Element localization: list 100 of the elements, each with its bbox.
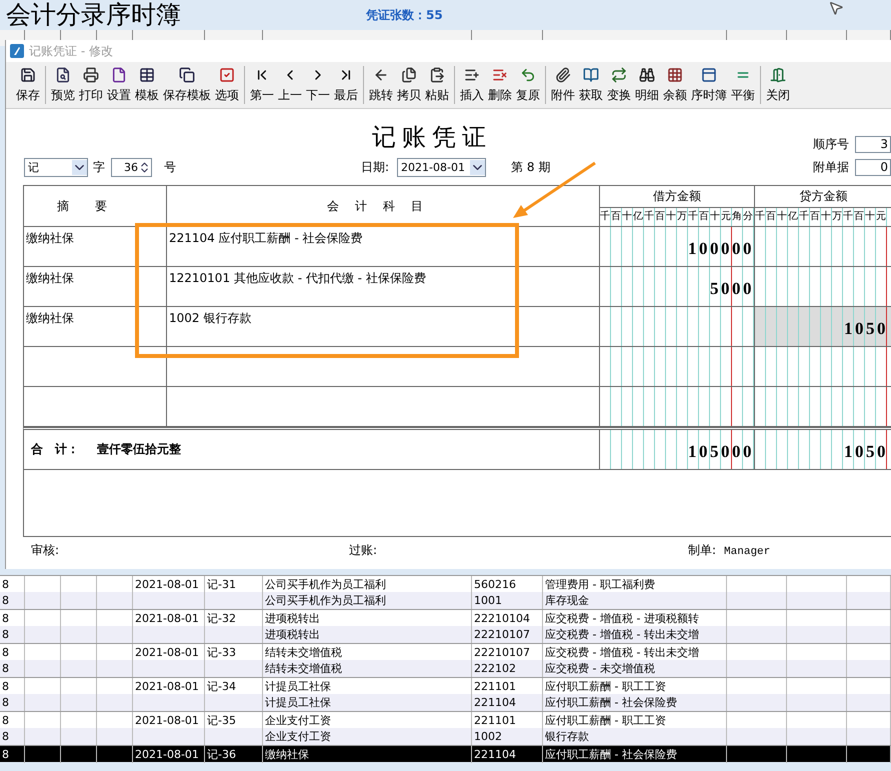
list-row[interactable]: 8 2021-08-01 记-31 公司买手机作为员工福利 560216 管理费用 - 职工福利费 [0,575,891,592]
summary-cell[interactable]: 缴纳社保 [24,267,167,307]
toolbar-button[interactable]: 模板 [133,62,161,108]
checkbox-icon [219,67,235,83]
toolbar-button[interactable]: 打印 [77,62,105,108]
summary-cell[interactable]: 缴纳社保 [24,307,167,347]
list-row[interactable]: 8 企业支付工资 1002 银行存款 [0,728,891,745]
toolbar-button[interactable]: 跳转 [367,62,395,108]
list-row[interactable]: 8 2021-08-01 记-32 进项税转出 22210104 应交税费 - 增值税 - 进项税额转 [0,609,891,626]
account-cell[interactable] [167,347,600,387]
period-label: 第 8 期 [511,158,550,176]
list-row[interactable]: 8 公司买手机作为员工福利 1001 库存现金 [0,592,891,609]
list-row[interactable]: 8 2021-08-01 记-33 结转未交增值税 22210107 应交税费 - 增值税 - 转出未交增 [0,643,891,660]
total-label: 合 计： [31,441,79,458]
field-label: 日期: [361,158,390,176]
save-icon [20,67,36,83]
reviewer-label: 审核: [31,542,60,559]
credit-cell[interactable] [755,267,891,307]
cursor-icon [828,0,844,16]
date-picker[interactable]: 2021-08-01 [397,158,486,176]
toolbar-button[interactable]: 获取 [577,62,605,108]
chevron-icon [72,160,87,174]
column-header: 摘要 [24,186,167,227]
credit-amount: 1050 [844,318,888,338]
table-cell: 221104 [472,746,543,763]
arrow-left-icon [373,67,389,83]
toolbar-button[interactable]: 第一 [248,62,276,108]
credit-cell[interactable] [755,387,891,427]
digit-label: 百 [699,208,710,226]
toolbar-button[interactable]: 粘贴 [423,62,451,108]
app-icon [10,44,24,58]
digit-label: 万 [832,208,843,226]
paperclip-icon [555,67,571,83]
page-icon [111,67,127,83]
account-cell[interactable]: 12210101 其他应收款 - 代扣代缴 - 社保保险费 [167,267,600,307]
account-cell[interactable] [167,387,600,427]
digit-label: 十 [666,208,677,226]
column-header: 借方金额 [600,186,755,208]
toolbar-button[interactable]: 变换 [605,62,633,108]
digit-label: 百 [854,208,865,226]
toolbar-button[interactable]: 最后 [332,62,360,108]
toolbar-button[interactable]: 关闭 [764,62,792,108]
toolbar-button[interactable]: 插入 [458,62,486,108]
toolbar-button[interactable]: 保存 [14,62,42,108]
toolbar-button[interactable]: 设置 [105,62,133,108]
digit-label: 分 [743,208,754,226]
debit-cell[interactable] [600,387,755,427]
toolbar-button[interactable]: 保存模板 [161,62,213,108]
debit-cell[interactable] [600,307,755,347]
toolbar-button[interactable]: 复原 [514,62,542,108]
list-row[interactable]: 8 进项税转出 22210107 应交税费 - 增值税 - 转出未交增 [0,626,891,643]
digit-label: 千 [688,208,699,226]
table-cell: 2021-08-01 [133,746,205,763]
sequence-field[interactable]: 3 [855,136,891,153]
account-cell[interactable]: 221104 应付职工薪酬 - 社会保险费 [167,227,600,267]
attachments-field[interactable]: 0 [855,158,891,176]
column-header: 贷方金额 [755,186,891,208]
toolbar-button[interactable]: 序时簿 [689,62,729,108]
list-row[interactable]: 8 2021-08-01 记-34 计提员工社保 221101 应付职工薪酬 - 职工工资 [0,677,891,694]
voucher-word-select[interactable]: 记 [24,158,88,176]
debit-cell[interactable] [600,347,755,387]
toolbar-button[interactable]: 下一 [304,62,332,108]
digit-label: 千 [755,208,766,226]
list-row[interactable]: 8 2021-08-01 记-35 企业支付工资 221101 应付职工薪酬 - 职工工资 [0,711,891,728]
toolbar-button[interactable]: 预览 [49,62,77,108]
summary-cell[interactable] [24,347,167,387]
voucher-title: 记账凭证 [371,122,493,153]
toolbar-button[interactable]: 平衡 [729,62,757,108]
digit-label: 角 [732,208,743,226]
binoculars-icon [639,67,655,83]
toolbar-button[interactable]: 明细 [633,62,661,108]
delete-row-icon [492,67,508,83]
credit-cell[interactable] [755,347,891,387]
toolbar-button[interactable]: 删除 [486,62,514,108]
digit-label: 十 [622,208,633,226]
list-title: 会计分录序时簿 [5,0,181,30]
summary-cell[interactable]: 缴纳社保 [24,227,167,267]
summary-cell[interactable] [24,387,167,427]
list-row[interactable]: 8 计提员工社保 221104 应付职工薪酬 - 社会保险费 [0,694,891,711]
insert-row-icon [464,67,480,83]
toolbar-button[interactable]: 上一 [276,62,304,108]
digit-label: 十 [821,208,832,226]
credit-cell[interactable]: 1050 [755,307,891,347]
total-in-words: 壹仟零伍拾元整 [97,441,181,458]
voucher-number-field[interactable]: 36 [111,158,152,176]
toolbar-button[interactable]: 拷贝 [395,62,423,108]
maker-name: Manager [724,546,770,558]
account-cell[interactable]: 1002 银行存款 [167,307,600,347]
table-cell: 缴纳社保 [263,746,472,763]
toolbar-button[interactable]: 选项 [213,62,241,108]
field-label: 号 [164,158,176,176]
list-row[interactable]: 8 结转未交增值税 222102 应交税费 - 未交增值税 [0,660,891,677]
toolbar-button[interactable]: 附件 [549,62,577,108]
digit-label: 亿 [633,208,644,226]
field-label: 附单据 [813,158,849,176]
credit-cell[interactable] [755,227,891,267]
toolbar-button[interactable]: 余额 [661,62,689,108]
posting-label: 过账: [349,542,378,559]
list-row[interactable]: 8 2021-08-01 记-36 缴纳社保 221104 应付职工薪酬 - 社会保险费 [0,745,891,762]
swap-icon [611,67,627,83]
